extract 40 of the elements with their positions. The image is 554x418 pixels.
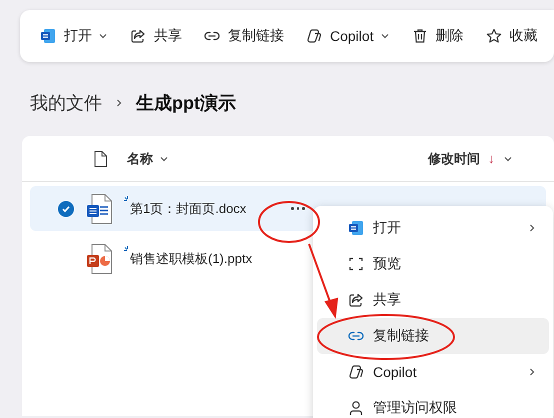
chevron-down-icon xyxy=(380,31,390,41)
toolbar-button[interactable]: 复制链接 xyxy=(204,20,284,52)
file-name[interactable]: 销售述职模板(1).pptx xyxy=(130,250,252,266)
toolbar-button[interactable]: Copilot xyxy=(306,20,390,52)
annotation-ellipse xyxy=(258,201,320,243)
new-file-icon xyxy=(123,244,131,252)
chevron-down-icon xyxy=(98,31,108,41)
menu-item[interactable]: Copilot xyxy=(317,354,549,390)
delete-icon xyxy=(412,28,428,44)
share-icon xyxy=(130,28,146,44)
current-folder-title: 生成ppt演示 xyxy=(136,92,236,115)
toolbar-button[interactable]: 收藏 xyxy=(486,20,538,52)
preview-icon xyxy=(348,256,364,272)
new-file-icon xyxy=(123,194,131,202)
star-icon xyxy=(486,28,502,44)
person-icon xyxy=(348,400,364,416)
chevron-right-icon xyxy=(527,223,537,233)
sort-indicator: ↓ xyxy=(488,151,494,166)
share-icon xyxy=(348,292,364,308)
word-document-icon xyxy=(86,194,112,224)
breadcrumb-link[interactable]: 我的文件 xyxy=(30,91,102,115)
copilot-icon xyxy=(306,28,322,44)
checked-icon[interactable] xyxy=(58,200,74,216)
powerpoint-document-icon xyxy=(86,244,112,274)
menu-item[interactable]: 管理访问权限 xyxy=(317,390,549,418)
menu-item[interactable]: 复制链接 xyxy=(317,318,549,354)
menu-item[interactable]: 共享 xyxy=(317,282,549,318)
chevron-right-icon xyxy=(114,98,124,108)
toolbar-button[interactable]: 删除 xyxy=(412,20,464,52)
file-type-icon xyxy=(94,150,107,166)
toolbar-button[interactable]: 共享 xyxy=(130,20,182,52)
word-icon xyxy=(40,28,56,44)
toolbar-button[interactable]: 打开 xyxy=(40,20,108,52)
menu-item[interactable]: 预览 xyxy=(317,246,549,282)
chevron-right-icon xyxy=(527,367,537,377)
copilot-icon xyxy=(348,364,364,380)
word-icon xyxy=(348,220,364,236)
column-header[interactable]: 修改时间 xyxy=(428,150,480,168)
file-name[interactable]: 第1页：封面页.docx xyxy=(130,200,246,216)
column-header[interactable]: 名称 xyxy=(127,150,153,168)
